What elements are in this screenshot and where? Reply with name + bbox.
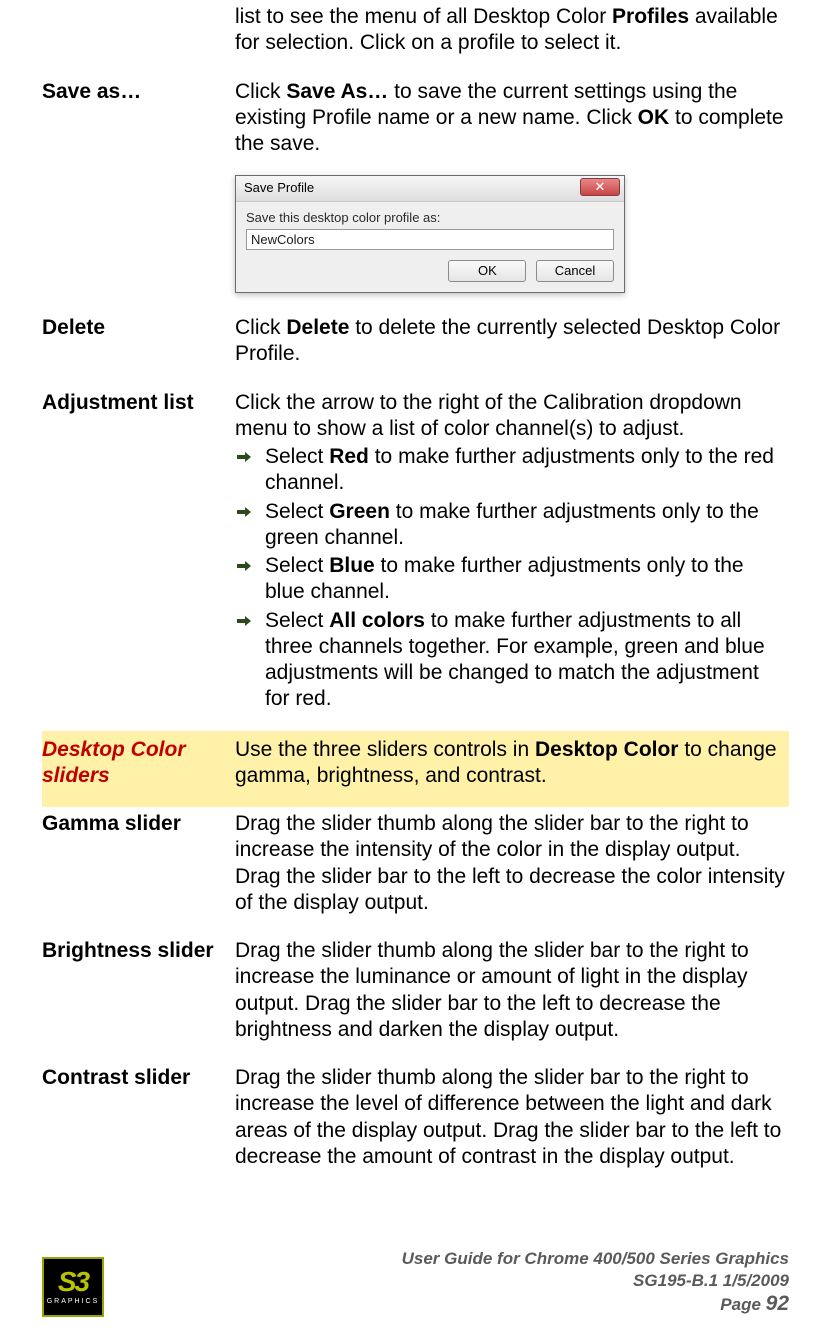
footer-line2: SG195-B.1 1/5/2009 [402,1270,789,1291]
adjust-bullets: Select Red to make further adjustments o… [235,444,789,713]
term-contrast-slider: Contrast slider [42,1066,190,1089]
intro-text-a: list to see the menu of all Desktop Colo… [235,5,612,28]
term-save-as: Save as… [42,80,141,103]
page-footer: S3 GRAPHICS User Guide for Chrome 400/50… [0,1248,831,1317]
s3-logo: S3 GRAPHICS [42,1257,104,1317]
adjust-intro: Click the arrow to the right of the Cali… [235,390,789,443]
footer-text: User Guide for Chrome 400/500 Series Gra… [402,1248,789,1317]
brightness-desc: Drag the slider thumb along the slider b… [235,938,789,1043]
cancel-button[interactable]: Cancel [536,260,614,282]
footer-line1: User Guide for Chrome 400/500 Series Gra… [402,1248,789,1269]
close-button[interactable]: ✕ [580,178,620,196]
dialog-label: Save this desktop color profile as: [246,210,614,226]
list-item: Select Red to make further adjustments o… [235,444,789,497]
delete-desc: Click Delete to delete the currently sel… [235,315,789,368]
list-item: Select All colors to make further adjust… [235,608,789,713]
arrow-icon [237,614,251,628]
arrow-icon [237,450,251,464]
logo-subtext: GRAPHICS [47,1298,100,1307]
contrast-desc: Drag the slider thumb along the slider b… [235,1065,789,1170]
ok-button[interactable]: OK [448,260,526,282]
sliders-desc: Use the three sliders controls in Deskto… [235,737,789,790]
row-gamma: Gamma slider Drag the slider thumb along… [42,807,789,934]
definitions-table: list to see the menu of all Desktop Colo… [42,0,789,1188]
term-adjustment-list: Adjustment list [42,391,194,414]
save-as-desc: Click Save As… to save the current setti… [235,79,789,158]
row-sliders-header: Desktop Color sliders Use the three slid… [42,731,789,808]
row-save-as: Save as… Click Save As… to save the curr… [42,75,789,312]
intro-bold: Profiles [612,5,689,28]
dialog-title-text: Save Profile [244,180,314,195]
row-brightness: Brightness slider Drag the slider thumb … [42,934,789,1061]
term-gamma-slider: Gamma slider [42,812,181,835]
dialog-titlebar: Save Profile ✕ [236,176,624,201]
list-item: Select Green to make further adjustments… [235,499,789,552]
arrow-icon [237,505,251,519]
profile-name-input[interactable] [246,229,614,250]
logo-text: S3 [58,1268,88,1296]
footer-page: Page 92 [402,1291,789,1317]
row-delete: Delete Click Delete to delete the curren… [42,311,789,386]
row-adjustment-list: Adjustment list Click the arrow to the r… [42,386,789,731]
arrow-icon [237,559,251,573]
term-delete: Delete [42,316,105,339]
close-icon: ✕ [595,179,606,194]
row-contrast: Contrast slider Drag the slider thumb al… [42,1061,789,1188]
term-desktop-color-sliders: Desktop Color sliders [42,738,186,787]
term-brightness-slider: Brightness slider [42,939,214,962]
row-intro: list to see the menu of all Desktop Colo… [42,0,789,75]
save-profile-dialog: Save Profile ✕ Save this desktop color p… [235,175,625,293]
list-item: Select Blue to make further adjustments … [235,553,789,606]
gamma-desc: Drag the slider thumb along the slider b… [235,811,789,916]
